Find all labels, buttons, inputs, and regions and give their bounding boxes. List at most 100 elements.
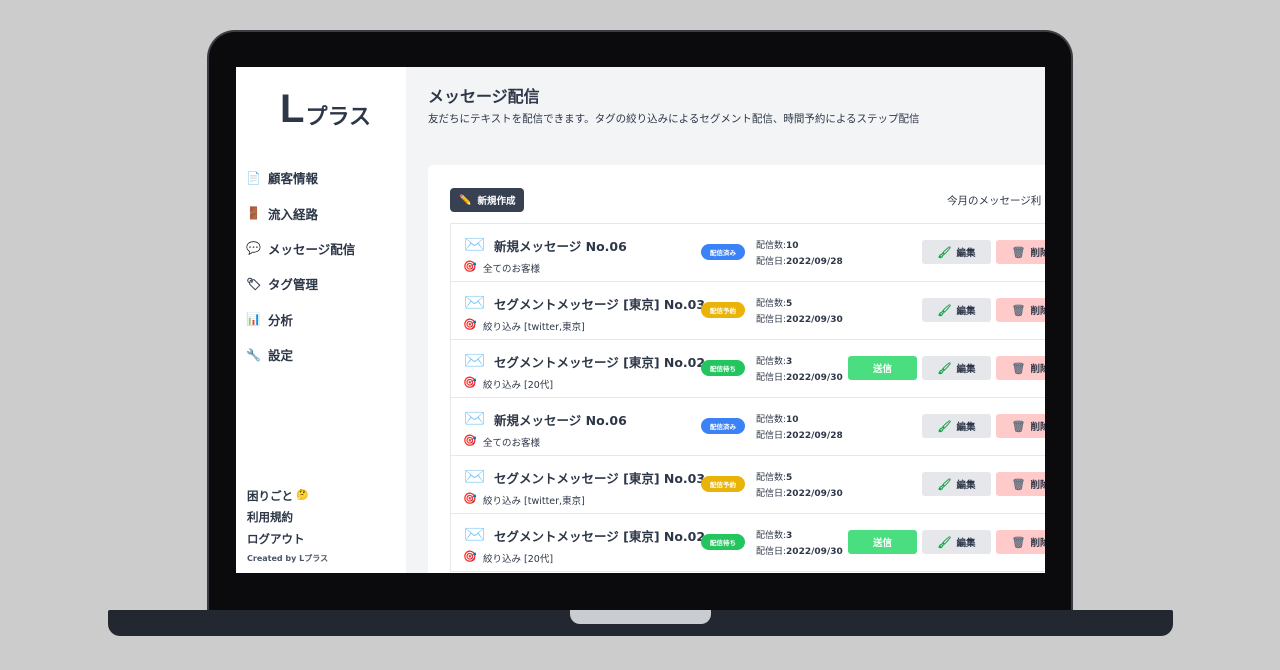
delete-button[interactable]: 🗑 削除 bbox=[996, 240, 1045, 264]
date-value: 2022/09/30 bbox=[786, 315, 843, 325]
envelope-icon: ✉️ bbox=[464, 467, 486, 487]
status-badge: 配信待ち bbox=[701, 534, 745, 550]
help-link[interactable]: 困りごと 🤔 bbox=[247, 485, 397, 507]
door-icon: 🚪 bbox=[246, 206, 261, 221]
date-prefix: 配信日: bbox=[756, 373, 787, 383]
sidebar-item-analytics[interactable]: 📊 分析 bbox=[246, 302, 401, 337]
edit-button[interactable]: 🖌 編集 bbox=[922, 472, 991, 496]
delivery-date: 配信日:2022/09/28 bbox=[756, 254, 843, 270]
message-title: 新規メッセージ No.06 bbox=[494, 239, 627, 254]
send-button[interactable]: 送信 bbox=[848, 356, 917, 380]
sidebar-item-customers[interactable]: 📄 顧客情報 bbox=[246, 160, 401, 195]
date-prefix: 配信日: bbox=[756, 489, 787, 499]
edit-label: 編集 bbox=[956, 422, 976, 433]
brush-icon: 🖌 bbox=[937, 245, 952, 259]
delete-label: 削除 bbox=[1030, 364, 1045, 375]
delete-button[interactable]: 🗑 削除 bbox=[996, 472, 1045, 496]
edit-label: 編集 bbox=[956, 538, 976, 549]
help-label: 困りごと bbox=[247, 488, 293, 503]
usage-text: 今月のメッセージ利 bbox=[947, 195, 1042, 207]
edit-button[interactable]: 🖌 編集 bbox=[922, 356, 991, 380]
sidebar: L プラス 📄 顧客情報 🚪 流入経路 💬 メッセージ配信 🏷 タグ管理 📊 分… bbox=[236, 67, 406, 573]
trash-icon: 🗑 bbox=[1011, 361, 1026, 375]
pencil-icon: ✏️ bbox=[459, 194, 472, 206]
status-badge: 配信済み bbox=[701, 418, 745, 434]
message-title: セグメントメッセージ [東京] No.03 bbox=[494, 297, 706, 312]
date-value: 2022/09/30 bbox=[786, 547, 843, 557]
edit-label: 編集 bbox=[956, 306, 976, 317]
sidebar-item-settings[interactable]: 🔧 設定 bbox=[246, 337, 401, 372]
target-icon: 🎯 bbox=[463, 260, 477, 273]
date-prefix: 配信日: bbox=[756, 547, 787, 557]
sidebar-nav: 📄 顧客情報 🚪 流入経路 💬 メッセージ配信 🏷 タグ管理 📊 分析 🔧 設定 bbox=[246, 160, 401, 372]
delivery-date: 配信日:2022/09/30 bbox=[756, 312, 843, 328]
target-icon: 🎯 bbox=[463, 550, 477, 563]
page-title: メッセージ配信 bbox=[428, 87, 540, 106]
delivery-meta: 配信数:5 配信日:2022/09/30 bbox=[756, 470, 843, 502]
edit-button[interactable]: 🖌 編集 bbox=[922, 414, 991, 438]
wrench-icon: 🔧 bbox=[246, 347, 261, 362]
thinking-face-icon: 🤔 bbox=[296, 490, 309, 502]
message-row: ✉️ セグメントメッセージ [東京] No.02 🎯 絞り込み [20代] 配信待ち 配信… bbox=[451, 340, 1045, 398]
delete-label: 削除 bbox=[1030, 422, 1045, 433]
delete-button[interactable]: 🗑 削除 bbox=[996, 530, 1045, 554]
delivery-meta: 配信数:10 配信日:2022/09/28 bbox=[756, 238, 843, 270]
delete-label: 削除 bbox=[1030, 538, 1045, 549]
message-list: ✉️ 新規メッセージ No.06 🎯 全てのお客様 配信済み 配信数:10 配信日:2022… bbox=[450, 223, 1045, 572]
brush-icon: 🖌 bbox=[937, 535, 952, 549]
count-value: 10 bbox=[786, 241, 799, 251]
new-message-label: 新規作成 bbox=[477, 196, 516, 207]
speech-bubble-icon: 💬 bbox=[246, 241, 261, 256]
message-title: 新規メッセージ No.06 bbox=[494, 413, 627, 428]
envelope-icon: ✉️ bbox=[464, 525, 486, 545]
brush-icon: 🖌 bbox=[937, 419, 952, 433]
message-row: ✉️ セグメントメッセージ [東京] No.03 🎯 絞り込み [twitter,東京… bbox=[451, 456, 1045, 514]
target-icon: 🎯 bbox=[463, 376, 477, 389]
brush-icon: 🖌 bbox=[937, 361, 952, 375]
delete-label: 削除 bbox=[1030, 306, 1045, 317]
sidebar-footer: 困りごと 🤔 利用規約 ログアウト Created by Lプラス bbox=[247, 485, 397, 564]
delete-label: 削除 bbox=[1030, 248, 1045, 259]
logout-link[interactable]: ログアウト bbox=[247, 528, 397, 550]
document-icon: 📄 bbox=[246, 170, 261, 185]
message-target: 絞り込み [20代] bbox=[483, 554, 554, 565]
sidebar-item-inflow[interactable]: 🚪 流入経路 bbox=[246, 195, 401, 230]
send-button[interactable]: 送信 bbox=[848, 530, 917, 554]
brush-icon: 🖌 bbox=[937, 303, 952, 317]
delivery-date: 配信日:2022/09/30 bbox=[756, 486, 843, 502]
date-value: 2022/09/28 bbox=[786, 257, 843, 267]
edit-button[interactable]: 🖌 編集 bbox=[922, 298, 991, 322]
credit-text: Created by Lプラス bbox=[247, 553, 329, 563]
message-title: セグメントメッセージ [東京] No.03 bbox=[494, 471, 706, 486]
edit-label: 編集 bbox=[956, 364, 976, 375]
logo-letter: L bbox=[280, 87, 305, 131]
edit-button[interactable]: 🖌 編集 bbox=[922, 530, 991, 554]
message-target: 全てのお客様 bbox=[483, 438, 541, 449]
count-prefix: 配信数: bbox=[756, 473, 787, 483]
delete-button[interactable]: 🗑 削除 bbox=[996, 298, 1045, 322]
logo-text: プラス bbox=[305, 104, 371, 129]
count-prefix: 配信数: bbox=[756, 531, 787, 541]
app-logo[interactable]: L プラス bbox=[280, 89, 371, 129]
trash-icon: 🗑 bbox=[1011, 419, 1026, 433]
brush-icon: 🖌 bbox=[937, 477, 952, 491]
sidebar-item-tags[interactable]: 🏷 タグ管理 bbox=[246, 266, 401, 301]
sidebar-item-messages[interactable]: 💬 メッセージ配信 bbox=[246, 231, 401, 266]
trash-icon: 🗑 bbox=[1011, 303, 1026, 317]
delivery-date: 配信日:2022/09/30 bbox=[756, 370, 843, 386]
delivery-count: 配信数:5 bbox=[756, 470, 843, 486]
count-prefix: 配信数: bbox=[756, 415, 787, 425]
new-message-button[interactable]: ✏️ 新規作成 bbox=[450, 188, 525, 212]
sidebar-item-label: 設定 bbox=[268, 348, 294, 364]
terms-link[interactable]: 利用規約 bbox=[247, 507, 397, 529]
message-target: 絞り込み [twitter,東京] bbox=[483, 496, 585, 507]
count-value: 3 bbox=[786, 531, 793, 541]
bar-chart-icon: 📊 bbox=[246, 312, 261, 327]
delete-button[interactable]: 🗑 削除 bbox=[996, 356, 1045, 380]
date-prefix: 配信日: bbox=[756, 431, 787, 441]
edit-button[interactable]: 🖌 編集 bbox=[922, 240, 991, 264]
delete-button[interactable]: 🗑 削除 bbox=[996, 414, 1045, 438]
sidebar-item-label: メッセージ配信 bbox=[268, 241, 356, 257]
date-value: 2022/09/28 bbox=[786, 431, 843, 441]
target-icon: 🎯 bbox=[463, 492, 477, 505]
